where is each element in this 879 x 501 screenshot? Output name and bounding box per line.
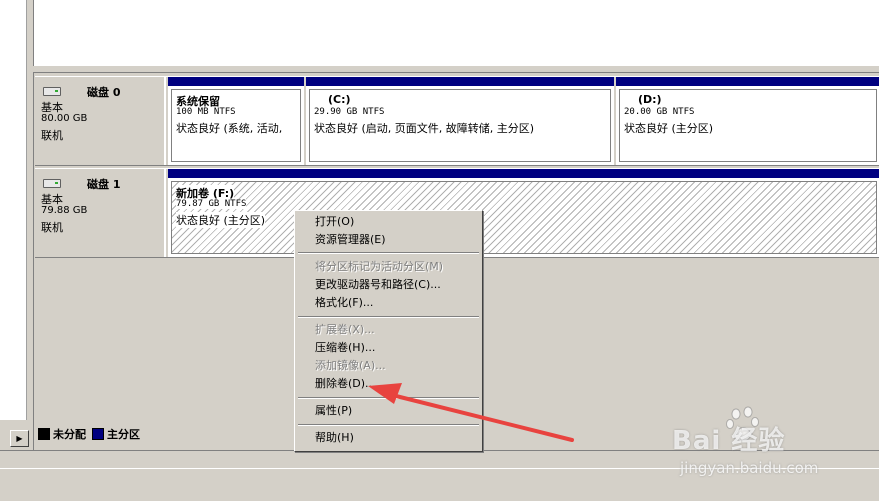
unallocated-swatch — [38, 428, 50, 440]
menu-separator — [298, 316, 479, 318]
hard-disk-icon — [43, 179, 61, 188]
menu-item-open[interactable]: 打开(O) — [297, 213, 480, 231]
menu-item-change-drive-letter[interactable]: 更改驱动器号和路径(C)... — [297, 276, 480, 294]
watermark-logo: Bai 经验 — [672, 426, 786, 456]
menu-separator — [298, 397, 479, 399]
baidu-watermark: Bai 经验 jingyan.baidu.com — [672, 404, 872, 484]
menu-separator — [298, 252, 479, 254]
volume-size: 79.87 GB NTFS — [176, 199, 247, 209]
scroll-right-button[interactable]: ▶ — [10, 430, 29, 447]
volume-list-pane[interactable] — [33, 0, 879, 67]
legend-label: 未分配 — [53, 428, 86, 441]
volume-system-reserved[interactable]: 系统保留 100 MB NTFS 状态良好 (系统, 活动, — [168, 77, 304, 165]
volume-status: 状态良好 (主分区) — [624, 120, 714, 136]
primary-partition-bar — [306, 77, 614, 86]
menu-item-shrink[interactable]: 压缩卷(H)... — [297, 339, 480, 357]
volume-body: (C:) 29.90 GB NTFS 状态良好 (启动, 页面文件, 故障转储,… — [309, 89, 611, 162]
legend-unallocated: 未分配 — [38, 426, 86, 442]
volume-f[interactable]: 新加卷 (F:) 79.87 GB NTFS 状态良好 (主分区) — [168, 169, 879, 257]
primary-swatch — [92, 428, 104, 440]
volume-size: 20.00 GB NTFS — [624, 107, 695, 117]
volume-c[interactable]: (C:) 29.90 GB NTFS 状态良好 (启动, 页面文件, 故障转储,… — [306, 77, 614, 165]
menu-item-extend: 扩展卷(X)... — [315, 323, 375, 336]
disk-state: 联机 — [41, 221, 63, 234]
volume-status: 状态良好 (主分区) — [176, 212, 266, 228]
legend: 未分配 主分区 — [38, 426, 140, 442]
disk-row-0: 磁盘 0 基本 80.00 GB 联机 系统保留 100 MB NTFS 状态良… — [35, 76, 879, 166]
volume-status: 状态良好 (启动, 页面文件, 故障转储, 主分区) — [314, 120, 535, 136]
disk-size: 79.88 GB — [41, 205, 88, 216]
primary-partition-bar — [616, 77, 879, 86]
volume-size: 100 MB NTFS — [176, 107, 236, 117]
legend-label: 主分区 — [107, 428, 140, 441]
volume-body: (D:) 20.00 GB NTFS 状态良好 (主分区) — [619, 89, 877, 162]
disk-info-1[interactable]: 磁盘 1 基本 79.88 GB 联机 — [35, 169, 166, 257]
menu-item-mark-active: 将分区标记为活动分区(M) — [315, 260, 444, 273]
menu-item-explorer[interactable]: 资源管理器(E) — [297, 231, 480, 249]
primary-partition-bar — [168, 77, 304, 86]
volume-size: 29.90 GB NTFS — [314, 107, 385, 117]
primary-partition-bar — [168, 169, 879, 178]
volume-name: (C:) — [328, 93, 351, 106]
disk-size: 80.00 GB — [41, 113, 88, 124]
menu-item-help[interactable]: 帮助(H) — [297, 429, 480, 447]
legend-primary: 主分区 — [92, 426, 140, 442]
disk-state: 联机 — [41, 129, 63, 142]
menu-item-delete-volume[interactable]: 删除卷(D)... — [297, 375, 480, 393]
menu-item-add-mirror: 添加镜像(A)... — [315, 359, 386, 372]
volume-name: (D:) — [638, 93, 662, 106]
menu-item-format[interactable]: 格式化(F)... — [297, 294, 480, 312]
volume-body: 系统保留 100 MB NTFS 状态良好 (系统, 活动, — [171, 89, 301, 162]
watermark-url: jingyan.baidu.com — [680, 459, 819, 477]
hard-disk-icon — [43, 87, 61, 96]
disk-info-0[interactable]: 磁盘 0 基本 80.00 GB 联机 — [35, 77, 166, 165]
disk-name: 磁盘 1 — [87, 178, 121, 191]
menu-item-properties[interactable]: 属性(P) — [297, 402, 480, 420]
disk-name: 磁盘 0 — [87, 86, 121, 99]
menu-separator — [298, 424, 479, 426]
volume-d[interactable]: (D:) 20.00 GB NTFS 状态良好 (主分区) — [616, 77, 879, 165]
volume-body-selected: 新加卷 (F:) 79.87 GB NTFS 状态良好 (主分区) — [171, 181, 877, 254]
volume-status: 状态良好 (系统, 活动, — [176, 120, 283, 136]
context-menu: 打开(O) 资源管理器(E) 将分区标记为活动分区(M) 更改驱动器号和路径(C… — [294, 210, 483, 452]
left-edge-panel — [0, 0, 27, 420]
